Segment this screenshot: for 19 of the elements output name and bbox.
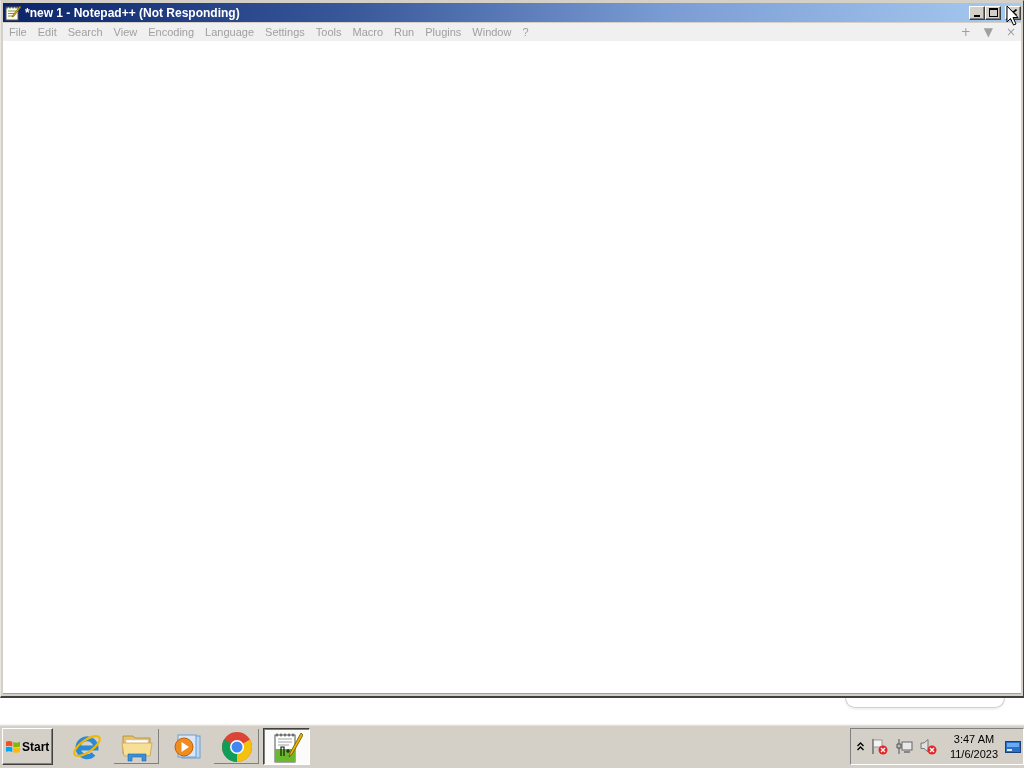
maximize-icon [988, 8, 998, 17]
minimize-icon [974, 14, 980, 17]
circle-logo-icon [220, 730, 253, 763]
media-play-icon [171, 732, 202, 761]
mouse-pointer-icon [1006, 5, 1019, 26]
clock-time[interactable]: 3:47 AM [953, 731, 995, 747]
flag-error-icon[interactable] [871, 738, 888, 755]
chevron-up-icon[interactable] [857, 742, 864, 751]
windows-flag-icon [5, 738, 21, 755]
minimize-button[interactable] [969, 5, 985, 20]
speaker-error-icon[interactable] [920, 738, 937, 755]
start-button[interactable]: Start [2, 728, 53, 765]
notepad-icon [5, 4, 21, 21]
clock-date[interactable]: 11/6/2023 [949, 746, 999, 762]
window-title: *new 1 - Notepad++ (Not Responding) [25, 5, 240, 20]
maximize-button[interactable] [985, 5, 1001, 20]
monitor-icon[interactable] [1005, 740, 1021, 753]
taskbar-button[interactable] [263, 728, 310, 765]
network-icon[interactable] [896, 738, 913, 755]
